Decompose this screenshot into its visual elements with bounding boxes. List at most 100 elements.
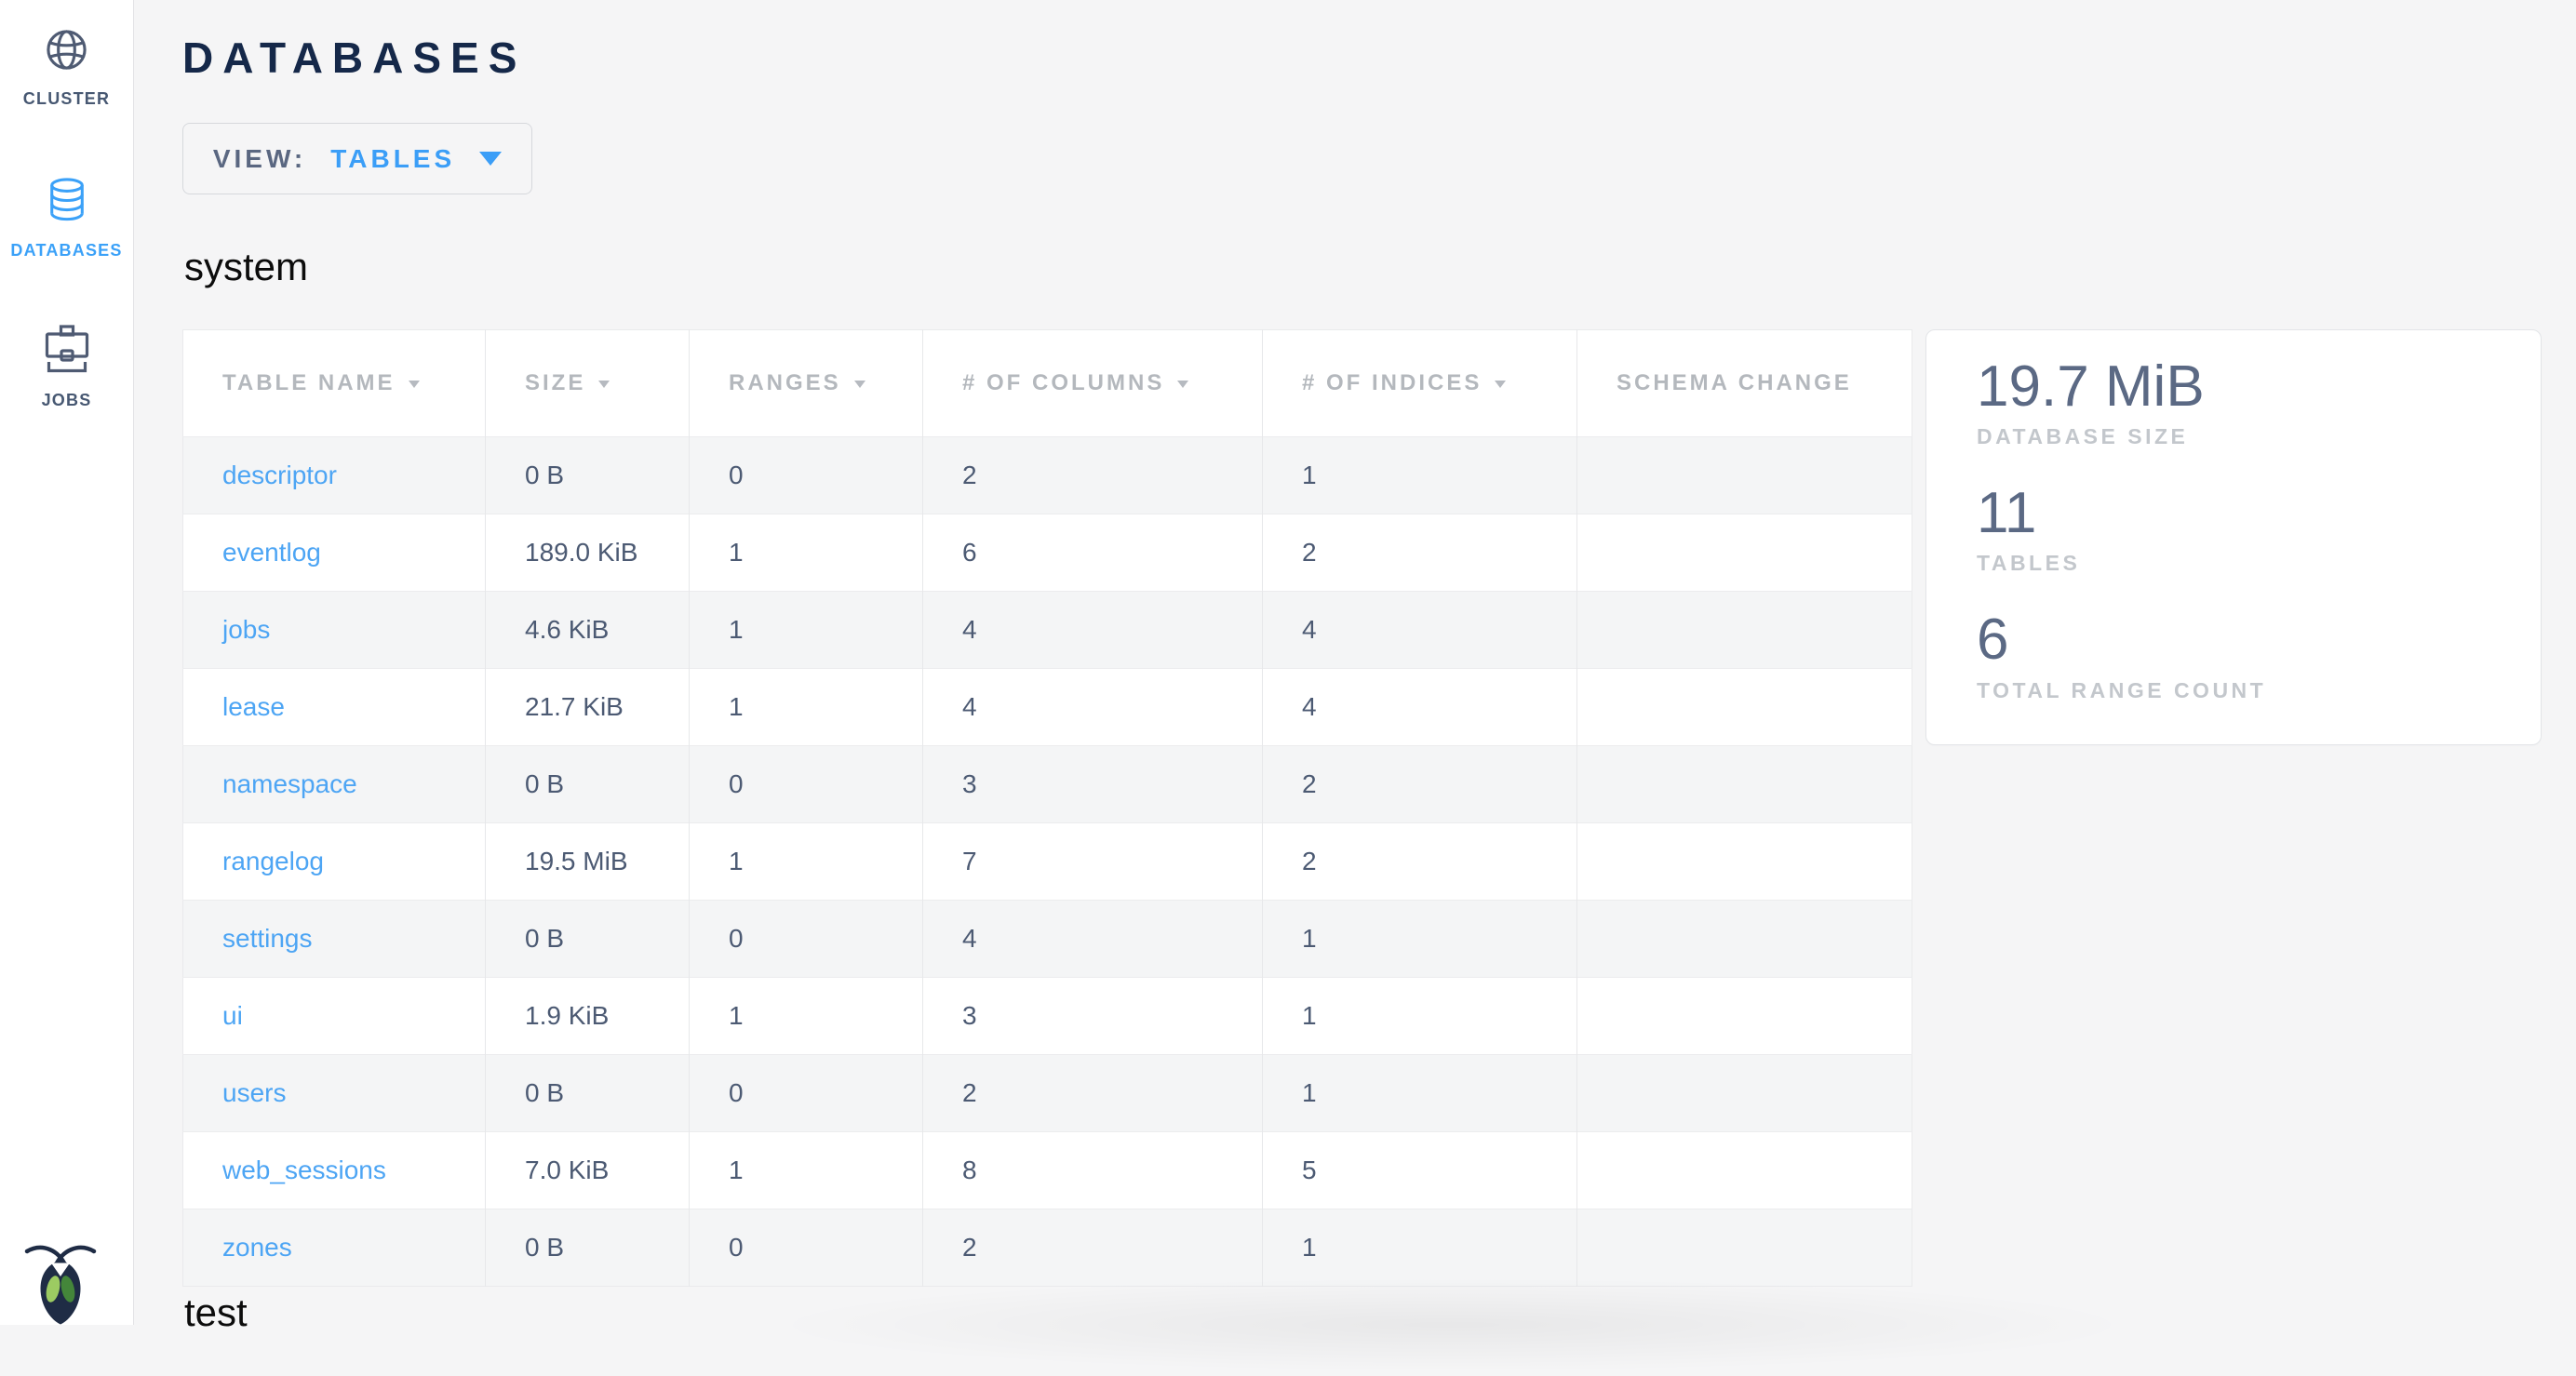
summary-stat: 11 TABLES xyxy=(1977,481,2541,576)
table-name-link[interactable]: lease xyxy=(222,692,285,721)
cell-indices: 1 xyxy=(1263,1054,1577,1131)
view-selector-prefix: VIEW: xyxy=(213,144,306,174)
table-row: lease 21.7 KiB 1 4 4 xyxy=(183,668,1912,745)
table-name-link[interactable]: web_sessions xyxy=(222,1156,386,1184)
cell-indices: 2 xyxy=(1263,514,1577,591)
database-summary-card: 19.7 MiB DATABASE SIZE 11 TABLES 6 TOTAL… xyxy=(1925,329,2542,745)
cell-columns: 6 xyxy=(923,514,1263,591)
cell-table-name: users xyxy=(183,1054,486,1131)
cell-indices: 2 xyxy=(1263,822,1577,900)
column-header[interactable]: TABLE NAME xyxy=(183,329,486,436)
database-icon xyxy=(46,177,88,223)
table-name-link[interactable]: users xyxy=(222,1078,286,1107)
cell-indices: 1 xyxy=(1263,900,1577,977)
cell-schema-change xyxy=(1577,1209,1912,1286)
cell-size: 21.7 KiB xyxy=(486,668,690,745)
cell-schema-change xyxy=(1577,822,1912,900)
cell-table-name: rangelog xyxy=(183,822,486,900)
column-header-label: # OF INDICES xyxy=(1302,370,1482,395)
summary-stat-value: 6 xyxy=(1977,608,2541,672)
table-name-link[interactable]: settings xyxy=(222,924,313,953)
cell-columns: 7 xyxy=(923,822,1263,900)
cell-columns: 8 xyxy=(923,1131,1263,1209)
cell-schema-change xyxy=(1577,745,1912,822)
column-header[interactable]: RANGES xyxy=(690,329,923,436)
summary-stat-label: TABLES xyxy=(1977,551,2541,576)
cell-indices: 2 xyxy=(1263,745,1577,822)
cell-size: 19.5 MiB xyxy=(486,822,690,900)
sort-caret-icon xyxy=(854,381,865,388)
view-selector-value: TABLES xyxy=(330,144,455,174)
cell-table-name: web_sessions xyxy=(183,1131,486,1209)
cell-indices: 5 xyxy=(1263,1131,1577,1209)
sort-caret-icon xyxy=(1495,381,1506,388)
cell-schema-change xyxy=(1577,514,1912,591)
table-row: rangelog 19.5 MiB 1 7 2 xyxy=(183,822,1912,900)
globe-icon xyxy=(45,28,88,72)
cell-columns: 4 xyxy=(923,591,1263,668)
cell-size: 189.0 KiB xyxy=(486,514,690,591)
cell-table-name: jobs xyxy=(183,591,486,668)
cell-schema-change xyxy=(1577,900,1912,977)
cell-schema-change xyxy=(1577,436,1912,514)
cell-ranges: 1 xyxy=(690,977,923,1054)
cell-columns: 2 xyxy=(923,1054,1263,1131)
table-row: eventlog 189.0 KiB 1 6 2 xyxy=(183,514,1912,591)
cell-indices: 4 xyxy=(1263,668,1577,745)
cell-indices: 1 xyxy=(1263,436,1577,514)
table-row: descriptor 0 B 0 2 1 xyxy=(183,436,1912,514)
cell-table-name: descriptor xyxy=(183,436,486,514)
column-header[interactable]: # OF COLUMNS xyxy=(923,329,1263,436)
column-header[interactable]: SIZE xyxy=(486,329,690,436)
table-name-link[interactable]: ui xyxy=(222,1001,243,1030)
table-name-link[interactable]: namespace xyxy=(222,769,357,798)
cell-schema-change xyxy=(1577,668,1912,745)
sort-caret-icon xyxy=(409,381,420,388)
cell-columns: 3 xyxy=(923,745,1263,822)
page-title: DATABASES xyxy=(182,35,2576,80)
database-section-heading-system: system xyxy=(184,245,2576,289)
column-header-label: TABLE NAME xyxy=(222,370,396,395)
view-selector-dropdown[interactable]: VIEW: TABLES xyxy=(182,123,532,194)
table-name-link[interactable]: eventlog xyxy=(222,538,321,567)
table-name-link[interactable]: descriptor xyxy=(222,461,337,489)
cell-size: 0 B xyxy=(486,1054,690,1131)
cell-table-name: namespace xyxy=(183,745,486,822)
column-header[interactable]: SCHEMA CHANGE xyxy=(1577,329,1912,436)
table-name-link[interactable]: rangelog xyxy=(222,847,324,875)
cockroach-bug-logo xyxy=(22,1240,99,1325)
cell-ranges: 0 xyxy=(690,1209,923,1286)
sidebar-item-jobs[interactable]: JOBS xyxy=(0,325,133,410)
cell-ranges: 1 xyxy=(690,668,923,745)
column-header[interactable]: # OF INDICES xyxy=(1263,329,1577,436)
sort-caret-icon xyxy=(598,381,610,388)
table-row: ui 1.9 KiB 1 3 1 xyxy=(183,977,1912,1054)
cell-table-name: eventlog xyxy=(183,514,486,591)
cell-ranges: 0 xyxy=(690,436,923,514)
sidebar: CLUSTER DATABASES JOBS xyxy=(0,0,134,1325)
summary-stat-label: DATABASE SIZE xyxy=(1977,424,2541,449)
column-header-label: RANGES xyxy=(729,370,841,395)
cell-size: 0 B xyxy=(486,1209,690,1286)
table-name-link[interactable]: jobs xyxy=(222,615,270,644)
table-row: jobs 4.6 KiB 1 4 4 xyxy=(183,591,1912,668)
databases-page: { "sidebar": { "items": [ { "label": "CL… xyxy=(0,0,2576,1325)
table-header: TABLE NAME SIZE RANGES # OF COLUMNS # OF… xyxy=(183,329,1912,436)
briefcase-icon xyxy=(45,325,89,373)
summary-stat-label: TOTAL RANGE COUNT xyxy=(1977,678,2541,703)
cell-size: 7.0 KiB xyxy=(486,1131,690,1209)
summary-stat-value: 19.7 MiB xyxy=(1977,354,2541,419)
summary-stat: 6 TOTAL RANGE COUNT xyxy=(1977,608,2541,702)
cell-ranges: 1 xyxy=(690,822,923,900)
cell-indices: 4 xyxy=(1263,591,1577,668)
cell-columns: 4 xyxy=(923,668,1263,745)
cell-ranges: 0 xyxy=(690,745,923,822)
table-name-link[interactable]: zones xyxy=(222,1233,292,1262)
cell-size: 0 B xyxy=(486,745,690,822)
sidebar-item-databases[interactable]: DATABASES xyxy=(0,177,133,261)
sidebar-item-cluster[interactable]: CLUSTER xyxy=(0,28,133,109)
cell-size: 1.9 KiB xyxy=(486,977,690,1054)
sidebar-item-label: JOBS xyxy=(42,391,92,410)
sidebar-item-label: DATABASES xyxy=(10,241,122,261)
table-row: web_sessions 7.0 KiB 1 8 5 xyxy=(183,1131,1912,1209)
